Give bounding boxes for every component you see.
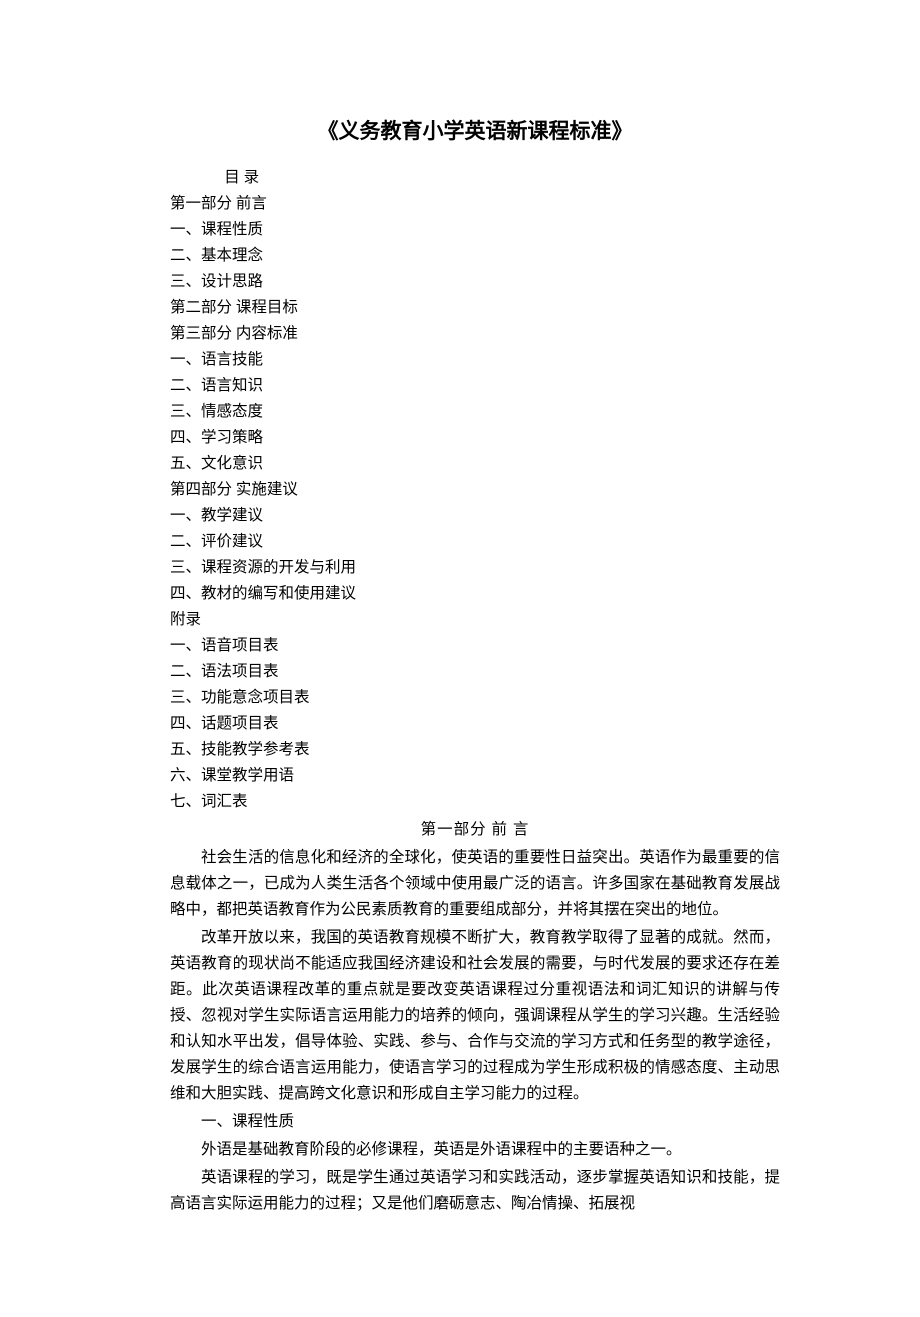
toc-item: 七、词汇表 — [170, 789, 780, 815]
toc-item: 五、技能教学参考表 — [170, 737, 780, 763]
toc-item: 一、教学建议 — [170, 503, 780, 529]
toc-item: 第三部分 内容标准 — [170, 321, 780, 347]
section-header-part1: 第一部分 前 言 — [170, 817, 780, 843]
toc-item: 二、语法项目表 — [170, 659, 780, 685]
toc-item: 四、教材的编写和使用建议 — [170, 581, 780, 607]
toc-heading: 目 录 — [170, 165, 780, 191]
toc-item: 一、课程性质 — [170, 217, 780, 243]
toc-item: 四、学习策略 — [170, 425, 780, 451]
toc-item: 二、评价建议 — [170, 529, 780, 555]
body-paragraph: 外语是基础教育阶段的必修课程，英语是外语课程中的主要语种之一。 — [170, 1137, 780, 1163]
body-paragraph: 改革开放以来，我国的英语教育规模不断扩大，教育教学取得了显著的成就。然而，英语教… — [170, 925, 780, 1107]
toc-item: 附录 — [170, 607, 780, 633]
toc-item: 六、课堂教学用语 — [170, 763, 780, 789]
sub-heading-course-nature: 一、课程性质 — [170, 1109, 780, 1135]
toc-item: 五、文化意识 — [170, 451, 780, 477]
toc-item: 一、语音项目表 — [170, 633, 780, 659]
document-page: 《义务教育小学英语新课程标准》 目 录 第一部分 前言 一、课程性质 二、基本理… — [0, 0, 920, 1317]
document-title: 《义务教育小学英语新课程标准》 — [170, 115, 780, 145]
toc-item: 二、基本理念 — [170, 243, 780, 269]
toc-item: 第二部分 课程目标 — [170, 295, 780, 321]
toc-item: 三、情感态度 — [170, 399, 780, 425]
toc-item: 三、设计思路 — [170, 269, 780, 295]
toc-item: 二、语言知识 — [170, 373, 780, 399]
toc-item: 第一部分 前言 — [170, 191, 780, 217]
body-paragraph: 社会生活的信息化和经济的全球化，使英语的重要性日益突出。英语作为最重要的信息载体… — [170, 845, 780, 923]
toc-item: 第四部分 实施建议 — [170, 477, 780, 503]
toc-item: 一、语言技能 — [170, 347, 780, 373]
body-paragraph: 英语课程的学习，既是学生通过英语学习和实践活动，逐步掌握英语知识和技能，提高语言… — [170, 1165, 780, 1217]
toc-item: 三、功能意念项目表 — [170, 685, 780, 711]
toc-item: 四、话题项目表 — [170, 711, 780, 737]
toc-item: 三、课程资源的开发与利用 — [170, 555, 780, 581]
